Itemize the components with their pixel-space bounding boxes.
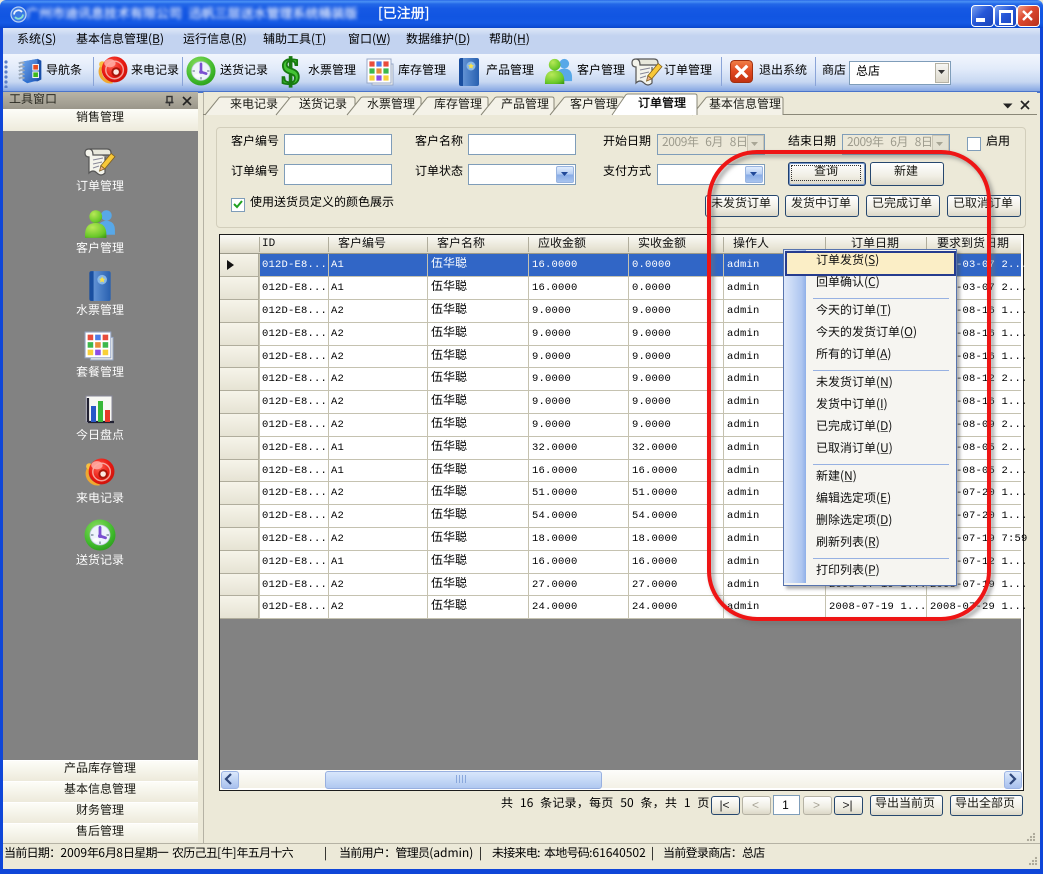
svg-text:$: $ bbox=[281, 56, 300, 88]
